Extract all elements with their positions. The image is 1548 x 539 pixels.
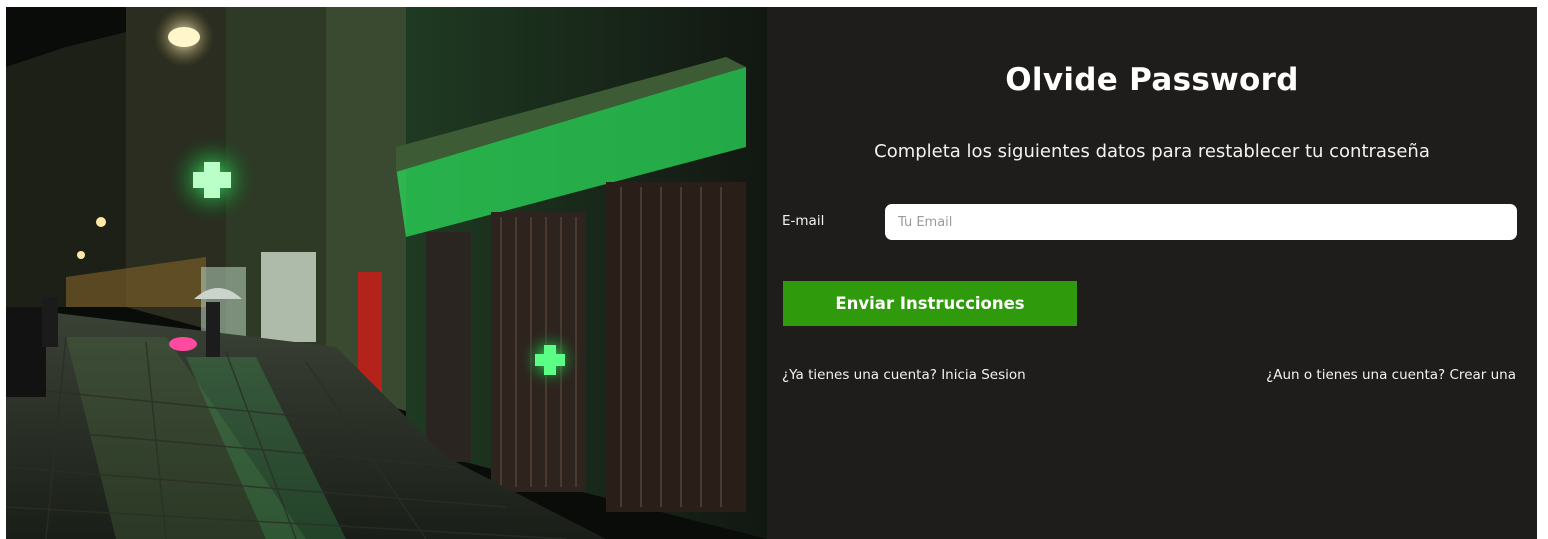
register-link[interactable]: ¿Aun o tienes una cuenta? Crear una <box>1266 367 1516 383</box>
email-input[interactable] <box>885 204 1517 240</box>
login-link[interactable]: ¿Ya tienes una cuenta? Inicia Sesion <box>782 367 1026 383</box>
forgot-password-panel: Olvide Password Completa los siguientes … <box>767 7 1537 539</box>
page-container: Olvide Password Completa los siguientes … <box>6 7 1537 539</box>
send-instructions-button[interactable]: Enviar Instrucciones <box>783 281 1077 326</box>
night-street-illustration <box>6 7 767 539</box>
page-subtitle: Completa los siguientes datos para resta… <box>874 141 1430 162</box>
page-title: Olvide Password <box>1005 62 1299 98</box>
email-field-row: E-mail <box>782 204 1524 242</box>
email-label: E-mail <box>782 213 825 229</box>
hero-photo <box>6 7 767 539</box>
